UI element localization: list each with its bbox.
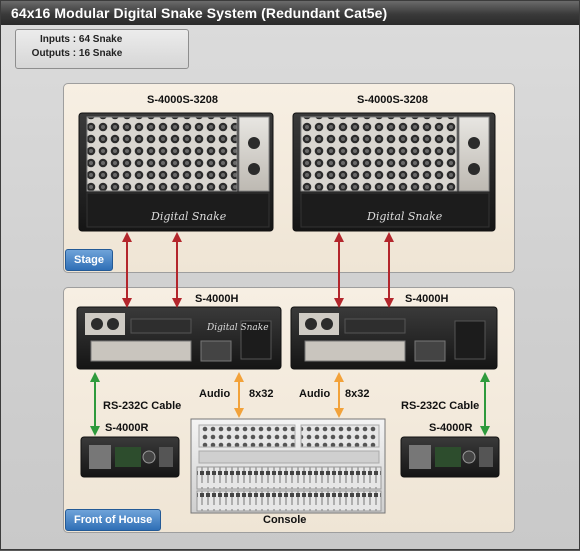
diagram-frame: 64x16 Modular Digital Snake System (Redu… [0,0,580,550]
console-label: Console [263,514,307,526]
audio-right-count: 8x32 [345,388,370,400]
audio-left-count: 8x32 [249,388,274,400]
stage-rack-right: Digital Snake [292,112,496,232]
brand-mark-foh-left: Digital Snake [206,323,269,333]
equipment-drawing: Digital Snake Digital Snake Digital Snak… [76,112,500,514]
remote-unit-left [80,436,180,478]
brand-mark-stage-left: Digital Snake [150,210,227,223]
console-drawing [190,418,386,514]
remote-left-device-label: S-4000R [105,422,149,434]
serial-right-label: RS-232C Cable [401,400,480,412]
foh-right-device-label: S-4000H [405,293,449,305]
stage-rack-left: Digital Snake [78,112,274,232]
foh-left-device-label: S-4000H [195,293,239,305]
audio-left-label: Audio [199,388,231,400]
remote-unit-right [400,436,500,478]
foh-rack-left: Digital Snake [76,306,282,370]
stage-left-device-label: S-4000S-3208 [147,94,218,106]
audio-right-label: Audio [299,388,331,400]
stage-right-device-label: S-4000S-3208 [357,94,428,106]
serial-left-label: RS-232C Cable [103,400,182,412]
brand-mark-stage-right: Digital Snake [366,210,443,223]
foh-rack-right [290,306,498,370]
remote-right-device-label: S-4000R [429,422,473,434]
